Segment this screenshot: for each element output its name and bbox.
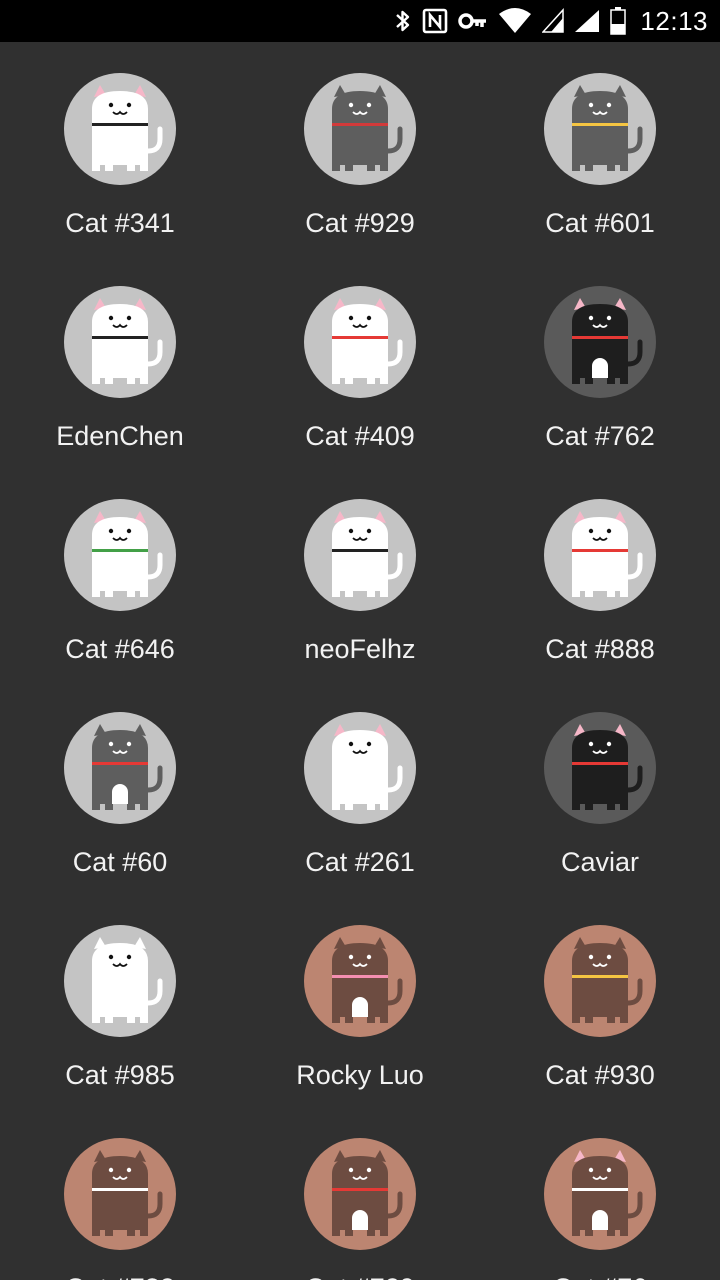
cat-name-label: Cat #261	[305, 847, 415, 877]
cat-card[interactable]: Cat #762	[480, 255, 720, 468]
status-bar: 12:13	[0, 0, 720, 42]
cat-name-label: Cat #341	[65, 208, 175, 238]
cat-avatar-icon	[304, 286, 416, 398]
cat-name-label: Cat #985	[65, 1060, 175, 1090]
cat-card[interactable]: Cat #646	[0, 468, 240, 681]
cat-avatar-icon	[304, 73, 416, 185]
cat-name-label: Cat #729	[305, 1270, 415, 1280]
cat-avatar-icon	[304, 925, 416, 1037]
battery-icon	[610, 7, 627, 35]
cat-name-label: Cat #929	[305, 208, 415, 238]
cat-avatar-icon	[544, 712, 656, 824]
nfc-icon	[422, 8, 448, 34]
cat-avatar-icon	[544, 286, 656, 398]
cat-grid: Cat #341 Cat #929 Cat #601 EdenChen Cat …	[0, 42, 720, 1280]
cell-signal-icon	[574, 8, 600, 34]
bluetooth-icon	[394, 8, 412, 34]
cat-name-label: Cat #76	[553, 1270, 648, 1280]
cat-avatar-icon	[64, 286, 176, 398]
cat-card[interactable]: Cat #782	[0, 1107, 240, 1280]
cat-avatar-icon	[64, 712, 176, 824]
cat-avatar-icon	[64, 73, 176, 185]
cat-card[interactable]: Cat #60	[0, 681, 240, 894]
cat-name-label: Rocky Luo	[296, 1060, 424, 1090]
cat-avatar-icon	[64, 1138, 176, 1250]
cat-card[interactable]: Cat #729	[240, 1107, 480, 1280]
cat-name-label: Cat #762	[545, 421, 655, 451]
cat-name-label: Cat #888	[545, 634, 655, 664]
cat-card[interactable]: Rocky Luo	[240, 894, 480, 1107]
cat-avatar-icon	[64, 925, 176, 1037]
cat-name-label: EdenChen	[56, 421, 184, 451]
cat-name-label: Cat #646	[65, 634, 175, 664]
cat-card[interactable]: Cat #985	[0, 894, 240, 1107]
cat-card[interactable]: Cat #930	[480, 894, 720, 1107]
cat-card[interactable]: EdenChen	[0, 255, 240, 468]
cat-avatar-icon	[304, 712, 416, 824]
cat-name-label: Cat #409	[305, 421, 415, 451]
clock-time: 12:13	[640, 5, 708, 36]
cat-name-label: Cat #60	[72, 847, 168, 877]
cat-avatar-icon	[544, 499, 656, 611]
cat-card[interactable]: Cat #341	[0, 42, 240, 255]
cat-name-label: Cat #930	[545, 1060, 655, 1090]
cat-name-label: Cat #601	[545, 208, 655, 238]
cat-name-label: neoFelhz	[304, 634, 416, 664]
cell-signal-icon	[542, 8, 565, 34]
wifi-icon	[498, 8, 532, 34]
cat-avatar-icon	[304, 499, 416, 611]
cat-avatar-icon	[544, 925, 656, 1037]
cat-card[interactable]: Cat #929	[240, 42, 480, 255]
cat-name-label: Cat #782	[65, 1270, 175, 1280]
cat-card[interactable]: Cat #76	[480, 1107, 720, 1280]
cat-card[interactable]: Cat #409	[240, 255, 480, 468]
cat-avatar-icon	[544, 73, 656, 185]
cat-avatar-icon	[544, 1138, 656, 1250]
cat-avatar-icon	[304, 1138, 416, 1250]
vpn-key-icon	[458, 11, 488, 31]
cat-card[interactable]: Caviar	[480, 681, 720, 894]
cat-card[interactable]: Cat #261	[240, 681, 480, 894]
cat-avatar-icon	[64, 499, 176, 611]
cat-card[interactable]: Cat #601	[480, 42, 720, 255]
cat-card[interactable]: neoFelhz	[240, 468, 480, 681]
cat-list-screen: 12:13 Cat #341 Cat #929 Cat #601 EdenChe…	[0, 0, 720, 1280]
cat-card[interactable]: Cat #888	[480, 468, 720, 681]
cat-name-label: Caviar	[560, 847, 640, 877]
